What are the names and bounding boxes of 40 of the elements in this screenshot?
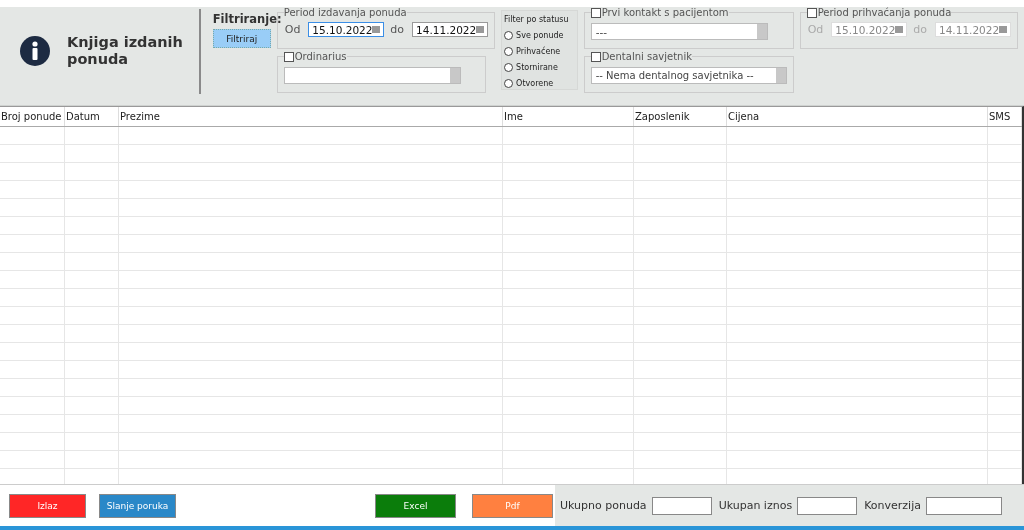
column-header[interactable]: SMS [988,107,1022,126]
section-title: Prvi kontakt s pacijentom [601,7,729,18]
checkbox[interactable] [590,51,601,62]
column-header[interactable]: Cijena [727,107,988,126]
radio-option[interactable]: Otvorene [502,75,577,91]
column-header[interactable]: Zaposlenik [634,107,727,126]
filter-button[interactable]: Filtriraj [212,29,271,48]
total-label: Ukupan iznos [718,499,793,512]
section-title: Dentalni savjetnik [601,51,692,62]
info-icon [20,36,50,66]
checkbox[interactable] [590,7,601,18]
checkbox[interactable] [283,51,294,62]
section-title: Period izdavanja ponuda [283,7,407,18]
date-field[interactable]: 15.10.2022 [308,22,385,37]
page-title: Knjiga izdanih ponuda [67,34,184,68]
column-header[interactable]: Ime [503,107,634,126]
exit-button[interactable]: Izlaz [9,493,86,518]
column-header[interactable]: Prezime [119,107,503,126]
dropdown[interactable]: --- [590,23,768,40]
total-field[interactable] [651,496,712,515]
status-title: Filter po statusu [503,15,570,24]
radio-option[interactable]: Prihvaćene [502,43,577,59]
to-label: do [390,23,405,36]
column-header[interactable]: Broj ponude [0,107,65,126]
column-header[interactable]: Datum [65,107,119,126]
from-label: Od [284,23,301,36]
total-label: Ukupno ponuda [560,499,647,512]
from-label: Od [807,23,824,36]
section-title: Ordinarius [294,51,347,62]
total-field[interactable] [797,496,858,515]
message-button[interactable]: Slanje poruka [99,493,176,518]
section-title: Period prihvaćanja ponuda [817,7,952,18]
excel-button[interactable]: Excel [375,493,456,518]
to-label: do [913,23,927,36]
total-label: Konverzija [864,499,921,512]
radio-option[interactable]: Sve ponude [502,27,577,43]
total-field[interactable] [925,496,1002,515]
dropdown[interactable]: -- Nema dentalnog savjetnika -- [590,67,787,84]
radio-option[interactable]: Stornirane [502,59,577,75]
date-field[interactable]: 14.11.2022 [412,22,489,37]
